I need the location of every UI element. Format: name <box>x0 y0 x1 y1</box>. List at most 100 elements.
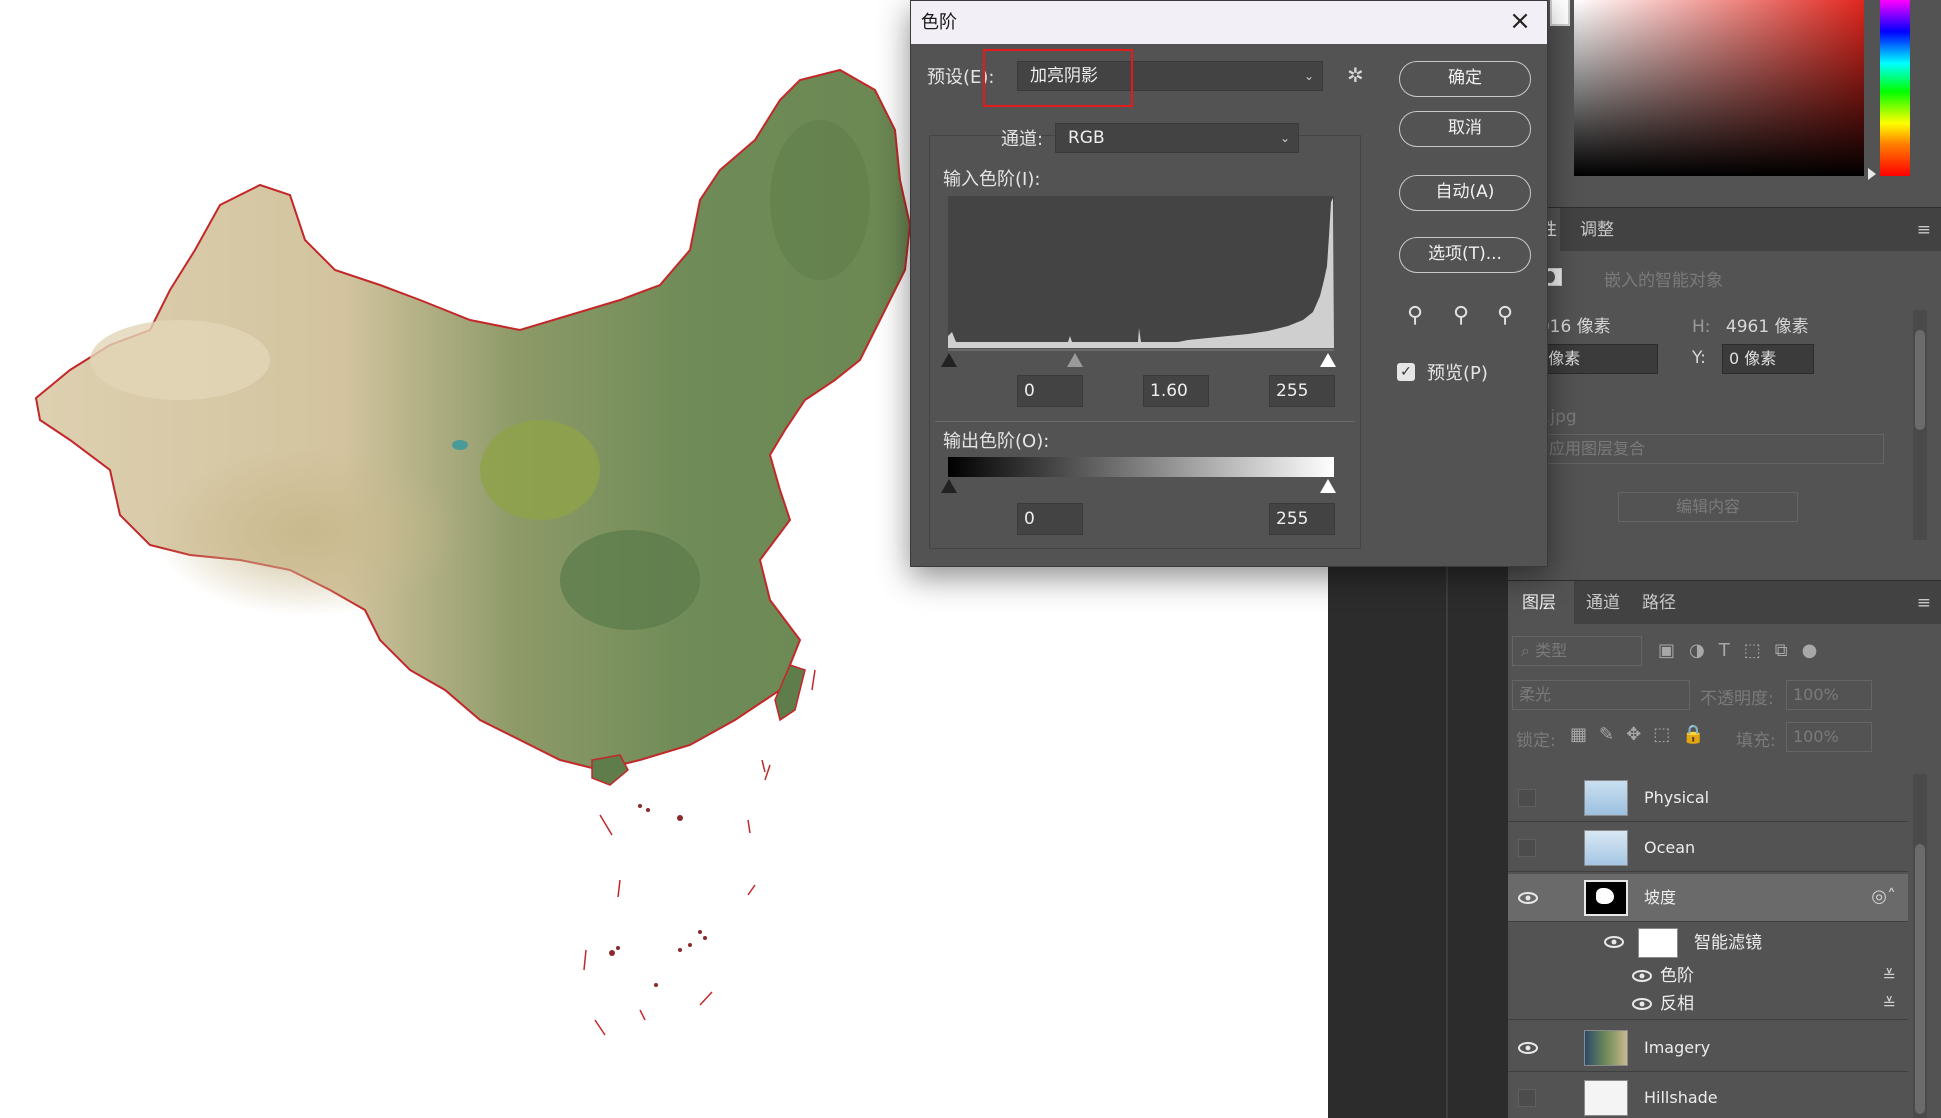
eye-icon[interactable] <box>1518 888 1538 908</box>
input-levels-label: 输入色阶(I): <box>943 169 1041 190</box>
input-white-field[interactable]: 255 <box>1269 375 1335 407</box>
white-eyedropper-icon[interactable]: ⚲ <box>1497 303 1513 328</box>
visibility-toggle[interactable] <box>1518 839 1536 857</box>
properties-tabbar: 性 调整 ≡ <box>1508 207 1941 252</box>
output-white-field[interactable]: 255 <box>1269 503 1335 535</box>
divider <box>935 421 1355 422</box>
workspace-background <box>1328 560 1508 1118</box>
search-icon: ⌕ <box>1521 641 1530 660</box>
auto-button[interactable]: 自动(A) <box>1399 175 1531 211</box>
layer-row-slope[interactable]: 坡度 ◎˄ <box>1508 874 1908 922</box>
input-gamma-field[interactable]: 1.60 <box>1143 375 1209 407</box>
eye-icon[interactable] <box>1604 932 1624 957</box>
filter-options-icon[interactable]: ≚ <box>1883 994 1896 1013</box>
color-picker-field[interactable] <box>1574 0 1864 176</box>
layer-list: Physical Ocean 坡度 ◎˄ 智能滤镜 色阶 ≚ 反相 ≚ Imag… <box>1508 774 1908 1118</box>
lock-move-icon[interactable]: ✥ <box>1626 724 1653 745</box>
output-white-slider[interactable] <box>1320 479 1336 493</box>
filter-mask-thumbnail <box>1638 928 1678 958</box>
smart-filter-badge-icon[interactable]: ◎˄ <box>1871 886 1896 907</box>
eye-icon[interactable] <box>1518 1038 1538 1058</box>
output-black-slider[interactable] <box>941 479 957 493</box>
filter-row-invert[interactable]: 反相 ≚ <box>1508 990 1908 1020</box>
layer-row-physical[interactable]: Physical <box>1508 774 1908 822</box>
properties-scrollbar[interactable] <box>1913 310 1927 540</box>
input-gamma-slider[interactable] <box>1067 353 1083 367</box>
tab-channels[interactable]: 通道 <box>1574 581 1632 625</box>
lock-icons[interactable]: ▦✎✥⬚🔒 <box>1570 724 1717 745</box>
visibility-toggle[interactable] <box>1518 789 1536 807</box>
layer-row-imagery[interactable]: Imagery <box>1508 1024 1908 1072</box>
eye-icon[interactable] <box>1632 966 1652 991</box>
input-black-field[interactable]: 0 <box>1017 375 1083 407</box>
eye-icon[interactable] <box>1632 994 1652 1019</box>
layer-name: Hillshade <box>1644 1088 1718 1107</box>
input-white-slider[interactable] <box>1320 353 1336 367</box>
panel-menu-icon[interactable]: ≡ <box>1917 220 1931 240</box>
layer-filter-icons[interactable]: ▣◑T⬚⧉● <box>1658 640 1831 661</box>
options-button[interactable]: 选项(T)... <box>1399 237 1531 273</box>
hue-slider[interactable] <box>1880 0 1910 176</box>
output-black-field[interactable]: 0 <box>1017 503 1083 535</box>
y-input[interactable]: 0 像素 <box>1722 344 1814 374</box>
layers-scrollbar[interactable] <box>1913 774 1927 1118</box>
gray-eyedropper-icon[interactable]: ⚲ <box>1453 303 1469 328</box>
edit-contents-button[interactable]: 编辑内容 <box>1618 492 1798 522</box>
input-black-slider[interactable] <box>941 353 957 367</box>
layers-tabbar: 图层 通道 路径 ≡ <box>1508 580 1941 625</box>
layer-thumbnail <box>1584 1030 1628 1066</box>
close-icon[interactable]: × <box>1507 8 1533 35</box>
layer-row-hillshade[interactable]: Hillshade <box>1508 1074 1908 1118</box>
highlight-box <box>983 49 1133 107</box>
lock-pixels-icon[interactable]: ▦ <box>1570 724 1599 745</box>
layers-menu-icon[interactable]: ≡ <box>1917 593 1931 613</box>
opacity-input[interactable]: 100% <box>1786 680 1872 710</box>
layer-row-ocean[interactable]: Ocean <box>1508 824 1908 872</box>
smart-object-label: 嵌入的智能对象 <box>1604 271 1723 291</box>
channel-dropdown[interactable]: RGB ⌄ <box>1055 123 1299 153</box>
adjustment-filter-icon[interactable]: ◑ <box>1689 640 1719 661</box>
lock-all-icon[interactable]: 🔒 <box>1682 724 1716 745</box>
gear-icon[interactable]: ✲ <box>1347 63 1364 87</box>
filter-options-icon[interactable]: ≚ <box>1883 966 1896 985</box>
visibility-toggle[interactable] <box>1518 1089 1536 1107</box>
chevron-down-icon: ⌄ <box>1279 131 1290 145</box>
preview-checkbox[interactable]: ✓ <box>1397 363 1415 381</box>
smart-filter-icon[interactable]: ⧉ <box>1775 640 1802 661</box>
hue-slider-handle[interactable] <box>1868 168 1876 180</box>
type-filter-icon[interactable]: T <box>1719 640 1744 661</box>
layer-name: 坡度 <box>1644 888 1677 907</box>
layer-name: Ocean <box>1644 838 1696 857</box>
shape-filter-icon[interactable]: ⬚ <box>1744 640 1775 661</box>
cancel-button[interactable]: 取消 <box>1399 111 1531 147</box>
layer-name: 智能滤镜 <box>1694 933 1762 953</box>
layer-thumbnail <box>1584 830 1628 866</box>
black-eyedropper-icon[interactable]: ⚲ <box>1407 303 1423 328</box>
input-slider-track <box>948 349 1334 351</box>
filter-row-levels[interactable]: 色阶 ≚ <box>1508 962 1908 990</box>
tab-layers[interactable]: 图层 <box>1508 581 1574 625</box>
tab-adjustments[interactable]: 调整 <box>1568 208 1626 252</box>
layer-row-smart-filters[interactable]: 智能滤镜 <box>1508 924 1908 960</box>
lock-label: 锁定: <box>1516 731 1556 751</box>
tab-paths[interactable]: 路径 <box>1630 581 1688 625</box>
layer-thumbnail <box>1584 780 1628 816</box>
image-filter-icon[interactable]: ▣ <box>1658 640 1689 661</box>
layer-thumbnail <box>1584 1080 1628 1116</box>
color-swatch[interactable] <box>1550 0 1570 26</box>
filter-toggle-icon[interactable]: ● <box>1802 640 1832 661</box>
layer-name: 反相 <box>1660 994 1694 1014</box>
lock-brush-icon[interactable]: ✎ <box>1599 724 1626 745</box>
dialog-titlebar[interactable]: 色阶 × <box>911 1 1547 44</box>
layer-filter-dropdown[interactable]: ⌕ 类型 <box>1512 636 1642 666</box>
fill-input[interactable]: 100% <box>1786 722 1872 752</box>
ok-button[interactable]: 确定 <box>1399 61 1531 97</box>
layer-comp-dropdown[interactable]: 不应用图层复合 <box>1526 434 1884 464</box>
blend-mode-dropdown[interactable]: 柔光 <box>1512 680 1690 710</box>
panel-divider <box>1446 560 1448 1118</box>
opacity-label: 不透明度: <box>1700 689 1774 709</box>
lock-artboard-icon[interactable]: ⬚ <box>1653 724 1682 745</box>
preview-label: 预览(P) <box>1427 363 1488 384</box>
layer-thumbnail <box>1584 880 1628 916</box>
y-label: Y: <box>1692 348 1706 368</box>
